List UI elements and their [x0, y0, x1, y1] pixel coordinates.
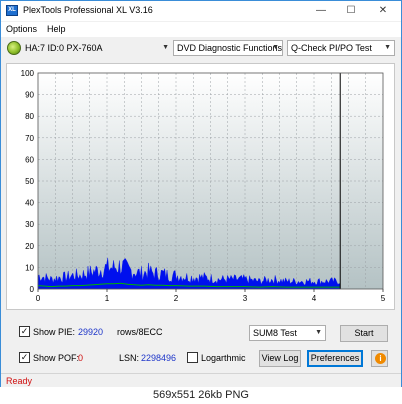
test-select-value: Q-Check PI/PO Test: [291, 43, 372, 53]
maximize-button[interactable]: ☐: [339, 3, 363, 19]
x-tick-label: 3: [243, 294, 248, 303]
show-pof-checkbox[interactable]: ✓: [19, 352, 30, 363]
status-bar: Ready: [1, 373, 401, 388]
menu-options[interactable]: Options: [6, 24, 37, 34]
app-icon: XL: [6, 5, 18, 16]
pie-chart: 0 10 20 30 40 50 60 70 80 90 100 0 1 2 3 4 5: [21, 69, 386, 303]
x-tick-label: 1: [105, 294, 110, 303]
minimize-button[interactable]: —: [309, 3, 333, 19]
x-tick-label: 2: [174, 294, 179, 303]
show-pie-label: Show PIE:: [33, 327, 76, 337]
drive-icon: [7, 41, 21, 55]
app-window: XL PlexTools Professional XL V3.16 — ☐ ✕…: [0, 0, 402, 404]
logarithmic-label: Logarthmic: [201, 353, 246, 363]
y-tick-label: 60: [25, 155, 34, 164]
y-tick-label: 10: [25, 263, 34, 272]
y-tick-label: 40: [25, 199, 34, 208]
image-caption: 569x551 26kb PNG: [0, 387, 402, 404]
pie-unit: rows/8ECC: [117, 327, 163, 337]
y-tick-label: 50: [25, 177, 34, 186]
lsn-value: 2298496: [141, 353, 177, 363]
pie-value: 29920: [78, 327, 104, 337]
function-select-value: DVD Diagnostic Functions: [177, 43, 283, 53]
y-tick-label: 80: [25, 112, 34, 121]
chevron-down-icon: ▼: [384, 44, 391, 51]
drive-select-value: HA:7 ID:0 PX-760A: [25, 43, 103, 53]
window-title: PlexTools Professional XL V3.16: [23, 5, 153, 15]
info-button[interactable]: i: [371, 350, 388, 367]
y-tick-label: 70: [25, 134, 34, 143]
control-panel: ✓ Show PIE: 29920 rows/8ECC SUM8 Test ▼ …: [1, 319, 401, 371]
y-tick-label: 0: [30, 285, 35, 294]
chart-panel: 0 10 20 30 40 50 60 70 80 90 100 0 1 2 3 4 5: [6, 63, 395, 310]
menu-help[interactable]: Help: [47, 24, 66, 34]
y-tick-label: 90: [25, 91, 34, 100]
sum-test-select[interactable]: SUM8 Test ▼: [249, 325, 326, 341]
pof-value: 0: [78, 353, 84, 363]
function-select[interactable]: DVD Diagnostic Functions ▼: [173, 40, 283, 56]
x-tick-label: 5: [381, 294, 386, 303]
start-button[interactable]: Start: [340, 325, 388, 342]
y-tick-label: 100: [21, 69, 35, 78]
y-tick-label: 20: [25, 242, 34, 251]
chevron-down-icon: ▼: [315, 329, 322, 336]
chevron-down-icon: ▼: [272, 44, 279, 51]
title-bar[interactable]: XL PlexTools Professional XL V3.16 — ☐ ✕: [1, 1, 401, 21]
lsn-label: LSN:: [119, 353, 140, 363]
info-icon: i: [375, 353, 386, 364]
sum-test-select-value: SUM8 Test: [253, 328, 297, 338]
test-select[interactable]: Q-Check PI/PO Test ▼: [287, 40, 395, 56]
logarithmic-checkbox[interactable]: [187, 352, 198, 363]
view-log-button[interactable]: View Log: [259, 350, 301, 367]
show-pof-label: Show POF:: [33, 353, 80, 363]
menu-bar: Options Help: [1, 22, 401, 37]
show-pie-checkbox[interactable]: ✓: [19, 326, 30, 337]
status-text: Ready: [6, 376, 33, 386]
close-button[interactable]: ✕: [371, 3, 395, 19]
chevron-down-icon: ▼: [162, 44, 169, 51]
drive-select[interactable]: HA:7 ID:0 PX-760A ▼: [21, 40, 169, 56]
y-tick-label: 30: [25, 220, 34, 229]
toolbar: HA:7 ID:0 PX-760A ▼ DVD Diagnostic Funct…: [1, 38, 401, 60]
preferences-button[interactable]: Preferences: [307, 350, 363, 367]
x-tick-label: 4: [312, 294, 317, 303]
x-tick-label: 0: [36, 294, 41, 303]
